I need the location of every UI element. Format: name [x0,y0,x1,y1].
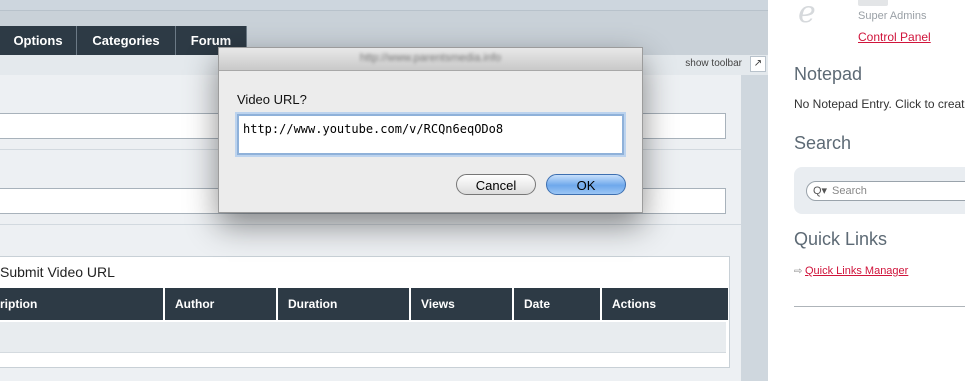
dialog-label: Video URL? [237,92,307,107]
search-title: Search [794,133,852,153]
top-strip [0,0,768,11]
quick-links-manager-link[interactable]: Quick Links Manager [805,265,908,277]
column-author[interactable]: Author [165,288,278,320]
search-placeholder: Search [832,185,867,197]
video-url-dialog: http://www.parentsmedia.info Video URL? … [218,47,643,213]
search-icon[interactable]: Q▾ [813,184,827,197]
tab-options[interactable]: Options [0,26,77,55]
tab-categories[interactable]: Categories [77,26,176,55]
arrow-right-icon: ⇨ [794,266,803,277]
show-toolbar-link[interactable]: show toolbar [685,58,742,69]
logo-icon: e [798,0,816,30]
expand-arrow-icon[interactable]: ↗ [750,56,766,72]
divider [794,306,965,307]
table-row [0,322,726,353]
control-panel-link[interactable]: Control Panel [858,30,931,44]
dialog-source-url: http://www.parentsmedia.info [359,52,502,64]
scroll-gutter [741,75,768,381]
notepad-entry[interactable]: No Notepad Entry. Click to creat [794,97,965,111]
search-input[interactable] [806,181,965,201]
user-role: Super Admins [858,10,927,22]
cancel-button[interactable]: Cancel [456,174,536,195]
video-url-input[interactable]: http://www.youtube.com/v/RCQn6eqODo8 [237,114,624,155]
sidebar: e Super Admins Control Panel Notepad No … [768,0,965,381]
column-actions[interactable]: Actions [602,288,728,320]
column-description[interactable]: ription [0,288,165,320]
column-date[interactable]: Date [514,288,602,320]
column-views[interactable]: Views [411,288,514,320]
ok-button[interactable]: OK [546,174,626,195]
submit-video-title: Submit Video URL [0,264,115,280]
user-name-blurred [858,0,888,6]
quick-links-title: Quick Links [794,229,888,249]
notepad-title: Notepad [794,64,863,84]
dialog-titlebar[interactable]: http://www.parentsmedia.info [219,48,642,71]
column-duration[interactable]: Duration [278,288,411,320]
